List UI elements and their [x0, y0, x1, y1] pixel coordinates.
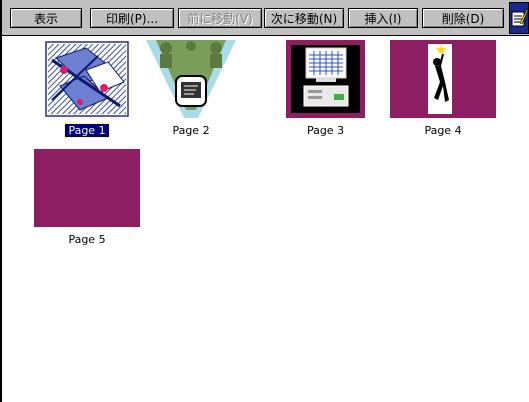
slide-image-1 — [34, 40, 140, 118]
page-label-3: Page 3 — [306, 124, 345, 137]
window-border — [0, 0, 2, 402]
previous-button[interactable]: 前に移動(V) — [178, 8, 262, 28]
document-pencil-icon[interactable] — [509, 2, 529, 34]
next-button[interactable]: 次に移動(N) — [264, 8, 344, 28]
slide-image-3 — [286, 40, 365, 118]
page-label-5: Page 5 — [68, 233, 106, 246]
view-button[interactable]: 表示 — [10, 8, 82, 28]
toolbar: 表示 印刷(P)... 前に移動(V) 次に移動(N) 挿入(I) 削除(D) — [2, 0, 529, 36]
delete-button[interactable]: 削除(D) — [422, 8, 504, 28]
page-thumbnail-1[interactable]: Page 1 — [34, 40, 140, 140]
slide-image-5 — [34, 149, 140, 227]
page-label-2: Page 2 — [172, 124, 210, 137]
slide-image-4 — [390, 40, 496, 118]
page-thumbnail-2[interactable]: Page 2 — [138, 40, 244, 140]
page-label-1: Page 1 — [34, 123, 140, 138]
print-button[interactable]: 印刷(P)... — [90, 8, 174, 28]
page-label-4: Page 4 — [424, 124, 462, 137]
insert-button[interactable]: 挿入(I) — [348, 8, 418, 28]
slide-image-2 — [138, 40, 244, 118]
